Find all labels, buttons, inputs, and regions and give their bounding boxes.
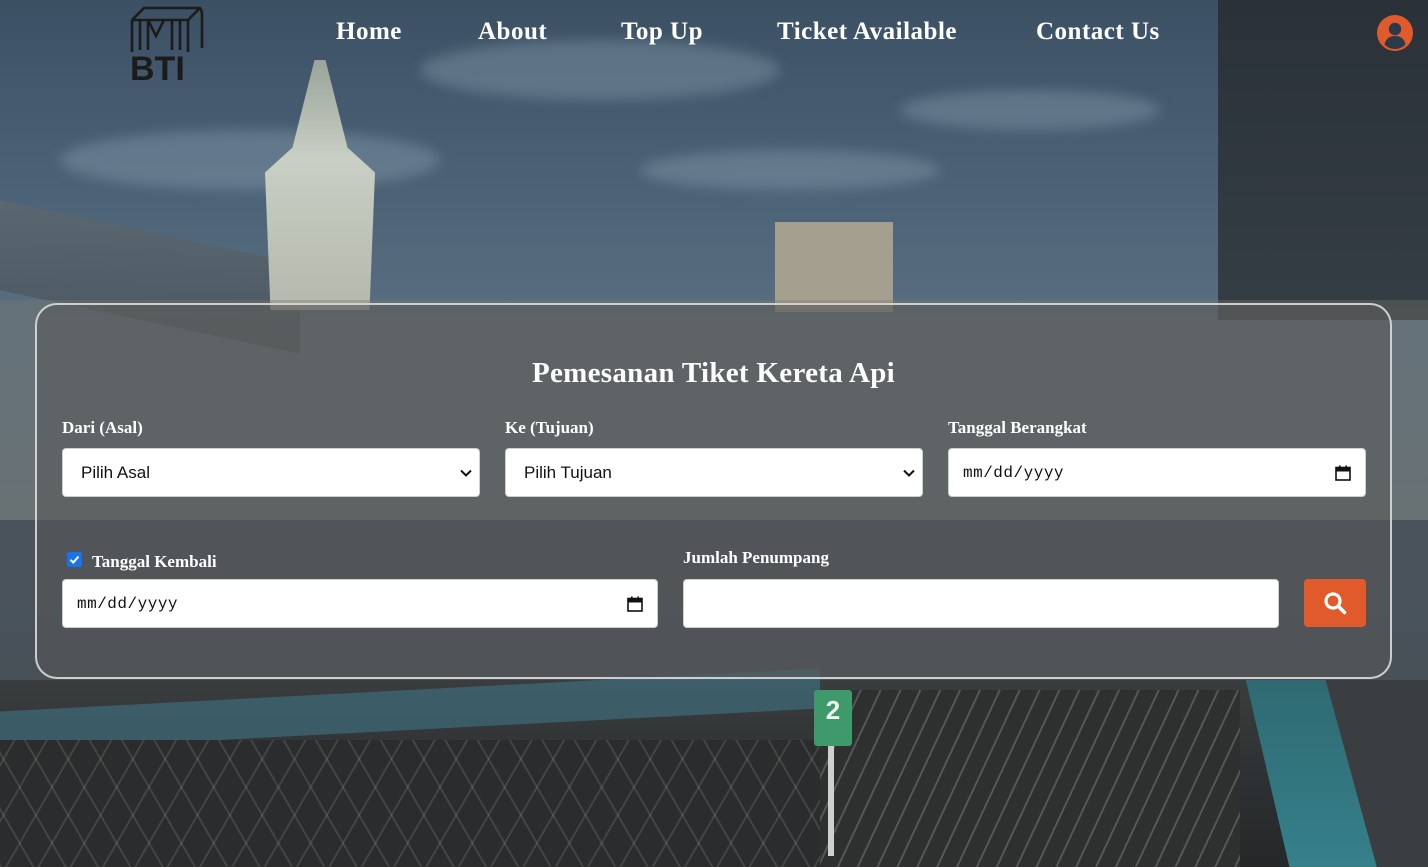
return-label: Tanggal Kembali <box>92 552 217 571</box>
departure-date-value: mm/dd/yyyy <box>963 464 1065 482</box>
return-checkbox[interactable] <box>67 552 82 567</box>
nav-about[interactable]: About <box>478 18 547 46</box>
nav-home[interactable]: Home <box>336 18 402 46</box>
origin-select[interactable]: Pilih Asal <box>62 448 480 497</box>
passengers-label: Jumlah Penumpang <box>683 548 829 567</box>
departure-date-input[interactable]: mm/dd/yyyy <box>948 448 1366 497</box>
search-icon <box>1324 592 1347 615</box>
origin-value: Pilih Asal <box>81 463 150 482</box>
platform-number: 2 <box>825 695 841 725</box>
search-button[interactable] <box>1304 579 1366 627</box>
calendar-icon[interactable] <box>1335 465 1351 481</box>
booking-panel: Pemesanan Tiket Kereta Api Dari (Asal) P… <box>35 303 1392 679</box>
return-date-input[interactable]: mm/dd/yyyy <box>62 579 658 628</box>
user-icon[interactable] <box>1377 15 1413 51</box>
railway-track <box>820 690 1240 867</box>
destination-value: Pilih Tujuan <box>524 463 612 482</box>
chevron-down-icon <box>460 469 472 477</box>
passengers-input[interactable] <box>683 579 1279 628</box>
nav-ticket-available[interactable]: Ticket Available <box>777 18 957 46</box>
nav-contact-us[interactable]: Contact Us <box>1036 18 1160 46</box>
nav-top-up[interactable]: Top Up <box>621 18 703 46</box>
departure-label: Tanggal Berangkat <box>948 418 1087 437</box>
sign-pole <box>828 746 834 856</box>
main-nav: Home About Top Up Ticket Available Conta… <box>0 18 1428 52</box>
calendar-icon[interactable] <box>627 596 643 612</box>
checkmark-icon <box>69 555 80 564</box>
origin-label: Dari (Asal) <box>62 418 143 437</box>
logo-text: BTI <box>130 50 185 84</box>
fence <box>0 740 880 867</box>
return-date-value: mm/dd/yyyy <box>77 595 179 613</box>
platform-number-sign: 2 <box>814 690 852 746</box>
booking-title: Pemesanan Tiket Kereta Api <box>531 357 896 389</box>
chevron-down-icon <box>903 469 915 477</box>
destination-label: Ke (Tujuan) <box>505 418 594 437</box>
destination-select[interactable]: Pilih Tujuan <box>505 448 923 497</box>
water-tower <box>775 222 893 312</box>
